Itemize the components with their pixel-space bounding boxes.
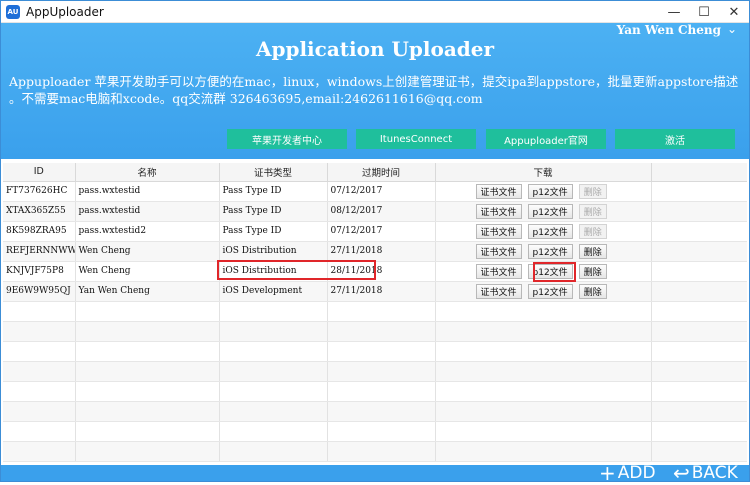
cell-id: 9E6W9W95QJ xyxy=(3,281,76,302)
back-arrow-icon: ↩ xyxy=(673,461,690,485)
cell-download: 证书文件 p12文件 删除 xyxy=(435,181,652,202)
download-cert-button[interactable]: 证书文件 xyxy=(475,183,522,199)
app-icon: AU xyxy=(6,4,20,19)
cell-download: 证书文件 p12文件 删除 xyxy=(435,261,652,282)
download-cert-button[interactable]: 证书文件 xyxy=(475,283,522,299)
column-header-cert-type[interactable]: 证书类型 xyxy=(219,163,328,182)
download-p12-button[interactable]: p12文件 xyxy=(527,263,573,279)
delete-button[interactable]: 删除 xyxy=(578,263,607,279)
back-label: BACK xyxy=(691,463,738,483)
certificate-table: ID 名称 证书类型 过期时间 下载 FT737626HC pass.wxtes… xyxy=(3,163,747,463)
cell-cert-type: Pass Type ID xyxy=(219,181,328,202)
cell-name: Wen Cheng xyxy=(75,261,220,282)
cell-download: 证书文件 p12文件 删除 xyxy=(435,241,652,262)
close-button[interactable]: ✕ xyxy=(719,1,749,23)
app-window: AU AppUploader — ☐ ✕ Yan Wen Cheng ⌄ App… xyxy=(0,0,750,485)
delete-button: 删除 xyxy=(578,203,607,219)
cell-name: pass.wxtestid xyxy=(75,201,220,222)
empty-row xyxy=(3,321,747,342)
column-header-name[interactable]: 名称 xyxy=(75,163,220,182)
cell-cert-type: iOS Development xyxy=(219,281,328,302)
delete-button: 删除 xyxy=(578,183,607,199)
cell-name: pass.wxtestid xyxy=(75,181,220,202)
empty-row xyxy=(3,421,747,442)
cell-id: 8K598ZRA95 xyxy=(3,221,76,242)
cell-download: 证书文件 p12文件 删除 xyxy=(435,281,652,302)
download-cert-button[interactable]: 证书文件 xyxy=(475,263,522,279)
delete-button[interactable]: 删除 xyxy=(578,243,607,259)
header-banner: Yan Wen Cheng ⌄ Application Uploader App… xyxy=(1,22,749,159)
chevron-down-icon[interactable]: ⌄ xyxy=(727,22,737,36)
table-row[interactable]: 9E6W9W95QJ Yan Wen Cheng iOS Development… xyxy=(3,281,747,302)
cell-name: Yan Wen Cheng xyxy=(75,281,220,302)
title-bar: AU AppUploader — ☐ ✕ xyxy=(1,1,749,23)
add-button[interactable]: + ADD xyxy=(599,461,656,485)
app-title: Application Uploader xyxy=(255,37,495,61)
download-p12-button[interactable]: p12文件 xyxy=(527,203,573,219)
plus-icon: + xyxy=(599,461,616,485)
download-cert-button[interactable]: 证书文件 xyxy=(475,243,522,259)
table-row[interactable]: REFJERNNWW Wen Cheng iOS Distribution 27… xyxy=(3,241,747,262)
download-p12-button[interactable]: p12文件 xyxy=(527,223,573,239)
cell-expires: 27/11/2018 xyxy=(327,281,436,302)
download-p12-button[interactable]: p12文件 xyxy=(527,183,573,199)
empty-row xyxy=(3,341,747,362)
cell-expires: 28/11/2018 xyxy=(327,261,436,282)
appuploader-website-button[interactable]: Appuploader官网 xyxy=(486,129,606,149)
download-p12-button[interactable]: p12文件 xyxy=(527,243,573,259)
footer-bar: + ADD ↩ BACK xyxy=(1,461,749,485)
cell-download: 证书文件 p12文件 删除 xyxy=(435,221,652,242)
empty-row xyxy=(3,441,747,462)
column-header-id[interactable]: ID xyxy=(3,163,76,182)
empty-row xyxy=(3,301,747,322)
column-header-expires[interactable]: 过期时间 xyxy=(327,163,436,182)
window-controls: — ☐ ✕ xyxy=(659,1,749,23)
table-row[interactable]: KNJVJF75P8 Wen Cheng iOS Distribution 28… xyxy=(3,261,747,282)
cell-name: pass.wxtestid2 xyxy=(75,221,220,242)
empty-row xyxy=(3,401,747,422)
cell-cert-type: iOS Distribution xyxy=(219,241,328,262)
table-row[interactable]: XTAX365Z55 pass.wxtestid Pass Type ID 08… xyxy=(3,201,747,222)
empty-row xyxy=(3,381,747,402)
download-cert-button[interactable]: 证书文件 xyxy=(475,203,522,219)
maximize-button[interactable]: ☐ xyxy=(689,1,719,23)
activate-button[interactable]: 激活 xyxy=(615,129,735,149)
table-row[interactable]: FT737626HC pass.wxtestid Pass Type ID 07… xyxy=(3,181,747,202)
table-header: ID 名称 证书类型 过期时间 下载 xyxy=(3,163,747,182)
cell-expires: 07/12/2017 xyxy=(327,181,436,202)
download-p12-button[interactable]: p12文件 xyxy=(527,283,573,299)
itunes-connect-button[interactable]: ItunesConnect xyxy=(356,129,476,149)
column-header-download[interactable]: 下载 xyxy=(435,163,652,182)
cell-id: KNJVJF75P8 xyxy=(3,261,76,282)
cell-cert-type: iOS Distribution xyxy=(219,261,328,282)
app-description: Appuploader 苹果开发助手可以方便的在mac，linux，window… xyxy=(9,74,739,106)
table-row[interactable]: 8K598ZRA95 pass.wxtestid2 Pass Type ID 0… xyxy=(3,221,747,242)
download-cert-button[interactable]: 证书文件 xyxy=(475,223,522,239)
cell-id: XTAX365Z55 xyxy=(3,201,76,222)
cell-id: FT737626HC xyxy=(3,181,76,202)
cell-cert-type: Pass Type ID xyxy=(219,201,328,222)
cell-download: 证书文件 p12文件 删除 xyxy=(435,201,652,222)
add-label: ADD xyxy=(617,463,656,483)
cell-expires: 07/12/2017 xyxy=(327,221,436,242)
empty-row xyxy=(3,361,747,382)
apple-developer-center-button[interactable]: 苹果开发者中心 xyxy=(227,129,347,149)
column-header-spare xyxy=(651,163,747,182)
cell-expires: 08/12/2017 xyxy=(327,201,436,222)
back-button[interactable]: ↩ BACK xyxy=(673,461,738,485)
delete-button[interactable]: 删除 xyxy=(578,283,607,299)
cell-name: Wen Cheng xyxy=(75,241,220,262)
cell-id: REFJERNNWW xyxy=(3,241,76,262)
delete-button: 删除 xyxy=(578,223,607,239)
cell-cert-type: Pass Type ID xyxy=(219,221,328,242)
window-title: AppUploader xyxy=(26,4,104,19)
minimize-button[interactable]: — xyxy=(659,1,689,23)
cell-expires: 27/11/2018 xyxy=(327,241,436,262)
user-name[interactable]: Yan Wen Cheng xyxy=(617,23,721,37)
